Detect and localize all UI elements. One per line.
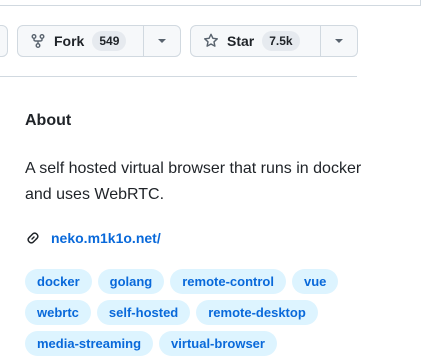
star-count: 7.5k [262, 31, 300, 51]
section-divider [0, 76, 357, 77]
star-button-group: Star 7.5k [190, 25, 358, 57]
fork-count: 549 [92, 31, 127, 51]
topic-list: docker golang remote-control vue webrtc … [25, 269, 355, 356]
repo-forked-icon [30, 33, 46, 49]
topic-media-streaming[interactable]: media-streaming [25, 331, 154, 356]
partial-button[interactable] [0, 25, 8, 57]
top-border [0, 0, 421, 6]
link-icon [25, 230, 41, 246]
star-button[interactable]: Star 7.5k [191, 26, 321, 56]
topic-self-hosted[interactable]: self-hosted [96, 300, 191, 325]
topic-remote-desktop[interactable]: remote-desktop [196, 300, 318, 325]
topic-virtual-browser[interactable]: virtual-browser [159, 331, 277, 356]
topic-golang[interactable]: golang [97, 269, 165, 294]
star-label: Star [227, 33, 255, 49]
repo-sidebar: Fork 549 Star 7.5k About A self hosted v… [0, 0, 421, 361]
topic-webrtc[interactable]: webrtc [25, 300, 91, 325]
topic-remote-control[interactable]: remote-control [170, 269, 286, 294]
star-dropdown-button[interactable] [321, 26, 357, 56]
fork-button[interactable]: Fork 549 [18, 26, 144, 56]
fork-label: Fork [54, 33, 85, 49]
triangle-down-icon [334, 38, 344, 44]
homepage-link-row: neko.m1k1o.net/ [25, 230, 161, 246]
repo-description: A self hosted virtual browser that runs … [25, 160, 362, 203]
star-icon [203, 33, 219, 49]
about-heading: About [25, 112, 72, 129]
topic-docker[interactable]: docker [25, 269, 92, 294]
topic-vue[interactable]: vue [291, 269, 339, 294]
homepage-link[interactable]: neko.m1k1o.net/ [51, 230, 161, 246]
fork-dropdown-button[interactable] [144, 26, 180, 56]
triangle-down-icon [157, 38, 167, 44]
fork-button-group: Fork 549 [17, 25, 181, 57]
